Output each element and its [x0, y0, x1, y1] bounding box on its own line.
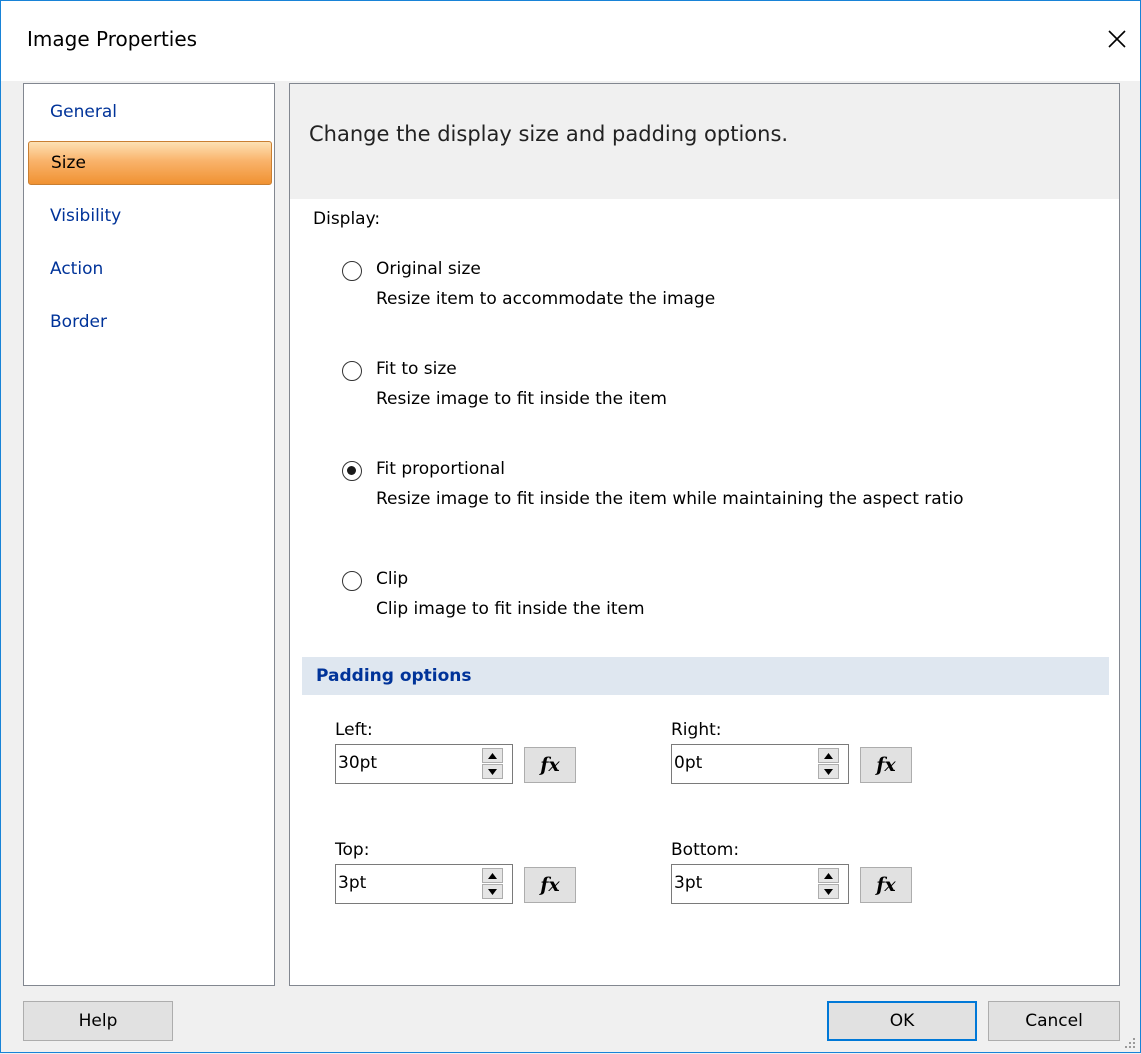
padding-left-spinner: [335, 744, 513, 784]
spin-up-button[interactable]: [482, 748, 503, 763]
spin-down-button[interactable]: [482, 884, 503, 899]
top-expression-button[interactable]: fx: [524, 867, 576, 903]
option-title[interactable]: Fit proportional: [376, 459, 505, 479]
option-description: Resize item to accommodate the image: [376, 289, 716, 309]
spin-down-icon: [824, 888, 833, 895]
spin-buttons: [818, 748, 840, 780]
field-label: Top:: [335, 840, 370, 860]
sidebar-item-border[interactable]: Border: [28, 300, 272, 344]
padding-bottom-input[interactable]: [674, 873, 809, 893]
padding-right-spinner: [671, 744, 849, 784]
help-button[interactable]: Help: [23, 1001, 173, 1041]
dialog-window: Image Properties General Size Visibility…: [0, 0, 1141, 1053]
field-label: Bottom:: [671, 840, 740, 860]
option-description: Clip image to fit inside the item: [376, 599, 645, 619]
radio-original-size[interactable]: [342, 261, 362, 281]
padding-right-input[interactable]: [674, 753, 809, 773]
spin-down-button[interactable]: [482, 764, 503, 779]
title-bar: Image Properties: [1, 1, 1140, 81]
spin-up-icon: [824, 752, 833, 759]
option-description: Resize image to fit inside the item whil…: [376, 489, 964, 509]
sidebar-item-label: Action: [50, 259, 104, 279]
display-label: Display:: [313, 209, 381, 229]
panel-heading: Change the display size and padding opti…: [309, 122, 789, 146]
option-description: Resize image to fit inside the item: [376, 389, 667, 409]
sidebar-item-action[interactable]: Action: [28, 247, 272, 291]
sidebar-nav: General Size Visibility Action Border: [23, 83, 275, 986]
spin-down-icon: [824, 768, 833, 775]
fx-icon: fx: [876, 874, 896, 896]
spin-down-button[interactable]: [818, 884, 839, 899]
cancel-button[interactable]: Cancel: [988, 1001, 1120, 1041]
button-label: OK: [889, 1011, 915, 1031]
sidebar-item-label: Visibility: [50, 206, 122, 226]
spin-up-icon: [488, 872, 497, 879]
panel-header: Change the display size and padding opti…: [290, 84, 1119, 199]
content-panel: Change the display size and padding opti…: [289, 83, 1120, 986]
padding-top-input[interactable]: [338, 873, 473, 893]
sidebar-item-visibility[interactable]: Visibility: [28, 194, 272, 238]
spin-up-icon: [824, 872, 833, 879]
padding-top-spinner: [335, 864, 513, 904]
spin-up-button[interactable]: [818, 868, 839, 883]
sidebar-item-general[interactable]: General: [28, 90, 272, 134]
spin-buttons: [482, 868, 504, 900]
sidebar-item-label: Border: [50, 312, 107, 332]
radio-fit-to-size[interactable]: [342, 361, 362, 381]
ok-button[interactable]: OK: [827, 1001, 977, 1041]
option-title[interactable]: Original size: [376, 259, 481, 279]
padding-left-input[interactable]: [338, 753, 473, 773]
spin-up-button[interactable]: [818, 748, 839, 763]
sidebar-item-label: Size: [51, 153, 86, 173]
spin-down-icon: [488, 888, 497, 895]
fx-icon: fx: [876, 754, 896, 776]
dialog-title: Image Properties: [27, 27, 198, 51]
spin-buttons: [482, 748, 504, 780]
close-button[interactable]: [1097, 19, 1137, 59]
field-label: Left:: [335, 720, 373, 740]
close-icon: [1108, 30, 1126, 48]
left-expression-button[interactable]: fx: [524, 747, 576, 783]
right-expression-button[interactable]: fx: [860, 747, 912, 783]
button-label: Help: [78, 1011, 118, 1031]
field-label: Right:: [671, 720, 722, 740]
spin-buttons: [818, 868, 840, 900]
sidebar-item-size[interactable]: Size: [28, 141, 272, 185]
fx-icon: fx: [540, 754, 560, 776]
resize-grip-icon[interactable]: [1123, 1035, 1137, 1049]
padding-section-header: Padding options: [302, 657, 1109, 695]
radio-clip[interactable]: [342, 571, 362, 591]
bottom-expression-button[interactable]: fx: [860, 867, 912, 903]
radio-fit-proportional[interactable]: [342, 461, 362, 481]
spin-down-button[interactable]: [818, 764, 839, 779]
spin-up-icon: [488, 752, 497, 759]
sidebar-item-label: General: [50, 102, 117, 122]
spin-up-button[interactable]: [482, 868, 503, 883]
option-title[interactable]: Clip: [376, 569, 408, 589]
option-title[interactable]: Fit to size: [376, 359, 457, 379]
fx-icon: fx: [540, 874, 560, 896]
spin-down-icon: [488, 768, 497, 775]
button-label: Cancel: [1025, 1011, 1083, 1031]
padding-bottom-spinner: [671, 864, 849, 904]
